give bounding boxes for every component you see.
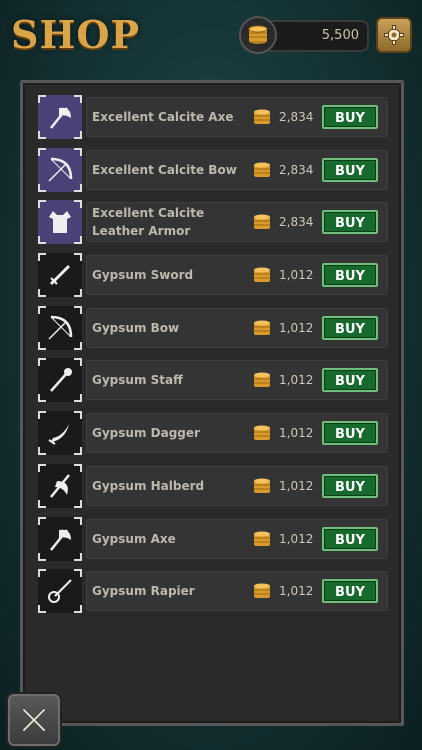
shop-item: Gypsum Sword 1,012 BUY [36, 253, 388, 298]
item-price: 1,012 [279, 373, 314, 388]
shop-item-list: Excellent Calcite Axe 2,834 BUY Excellen… [36, 95, 388, 622]
item-icon-frame [38, 569, 82, 614]
buy-button[interactable]: BUY [322, 421, 378, 446]
shop-item: Gypsum Axe 1,012 BUY [36, 516, 388, 561]
item-price: 2,834 [279, 162, 314, 177]
item-icon-frame [38, 463, 82, 508]
item-icon-frame [38, 516, 82, 561]
buy-button[interactable]: BUY [322, 105, 378, 129]
currency-amount: 5,500 [321, 28, 359, 43]
shop-item: Excellent Calcite Leather Armor 2,834 BU… [36, 200, 388, 245]
item-price: 1,012 [279, 531, 314, 546]
buy-button[interactable]: BUY [322, 315, 378, 340]
coin-stack-icon [239, 16, 277, 54]
shop-item: Excellent Calcite Axe 2,834 BUY [36, 95, 388, 139]
coin-stack-icon [254, 425, 270, 441]
item-name: Gypsum Bow [92, 320, 180, 335]
close-icon [21, 707, 47, 733]
item-name: Gypsum Dagger [92, 426, 200, 441]
item-name: Gypsum Halberd [92, 478, 205, 493]
settings-button[interactable] [376, 17, 412, 53]
sword-icon [49, 265, 71, 286]
bow-icon [48, 157, 73, 182]
item-name: Gypsum Rapier [92, 584, 195, 599]
shop-item: Gypsum Bow 1,012 BUY [36, 305, 388, 350]
shop-panel: Excellent Calcite Axe 2,834 BUY Excellen… [20, 80, 404, 726]
buy-button[interactable]: BUY [322, 210, 378, 235]
shop-item: Gypsum Dagger 1,012 BUY [36, 411, 388, 456]
coin-stack-icon [254, 372, 270, 388]
coin-stack-icon [254, 214, 270, 230]
item-icon-frame [38, 95, 82, 139]
item-price: 1,012 [279, 320, 314, 335]
bow-icon [48, 315, 73, 340]
shop-title: SHOP [11, 12, 141, 57]
coin-stack-icon [254, 531, 270, 546]
item-price: 1,012 [279, 426, 314, 441]
coin-stack-icon [254, 109, 270, 124]
item-price: 1,012 [279, 268, 314, 283]
close-button[interactable] [6, 692, 62, 748]
item-icon-frame [38, 200, 82, 245]
armor-icon [49, 211, 71, 234]
shop-item: Gypsum Halberd 1,012 BUY [36, 463, 388, 508]
buy-button[interactable]: BUY [322, 579, 378, 604]
item-icon-frame [38, 305, 82, 350]
item-price: 1,012 [279, 478, 314, 493]
gear-icon [384, 25, 404, 45]
item-icon-frame [38, 358, 82, 403]
item-icon-frame [38, 147, 82, 192]
item-name: Excellent Calcite Bow [92, 162, 237, 177]
buy-button[interactable]: BUY [322, 526, 378, 551]
item-name: Gypsum Staff [92, 373, 183, 388]
shop-item: Gypsum Staff 1,012 BUY [36, 358, 388, 403]
coin-stack-icon [254, 162, 270, 177]
currency-display: 5,500 [239, 16, 369, 54]
shop-item: Excellent Calcite Bow 2,834 BUY [36, 147, 388, 192]
buy-button[interactable]: BUY [322, 157, 378, 182]
item-price: 2,834 [279, 110, 314, 124]
item-name: Gypsum Axe [92, 531, 176, 546]
item-name: Excellent Calcite Axe [92, 110, 234, 124]
shop-item: Gypsum Rapier 1,012 BUY [36, 569, 388, 614]
dagger-icon [48, 424, 69, 445]
coin-stack-icon [254, 267, 270, 283]
coin-stack-icon [254, 478, 270, 493]
item-name: Gypsum Sword [92, 268, 194, 283]
item-price: 2,834 [279, 215, 314, 230]
buy-button[interactable]: BUY [322, 368, 378, 393]
coin-stack-icon [254, 320, 270, 335]
buy-button[interactable]: BUY [322, 473, 378, 498]
staff-icon [50, 368, 72, 393]
item-icon-frame [38, 253, 82, 298]
axe-icon [50, 528, 71, 551]
coin-stack-icon [254, 583, 270, 599]
buy-button[interactable]: BUY [322, 263, 378, 288]
axe-icon [50, 107, 71, 129]
item-icon-frame [38, 411, 82, 456]
item-price: 1,012 [279, 584, 314, 599]
halberd-icon [50, 474, 70, 498]
item-name: Excellent Calcite Leather Armor [92, 206, 205, 239]
top-bar: SHOP 5,500 [0, 0, 422, 70]
rapier-icon [48, 579, 72, 604]
